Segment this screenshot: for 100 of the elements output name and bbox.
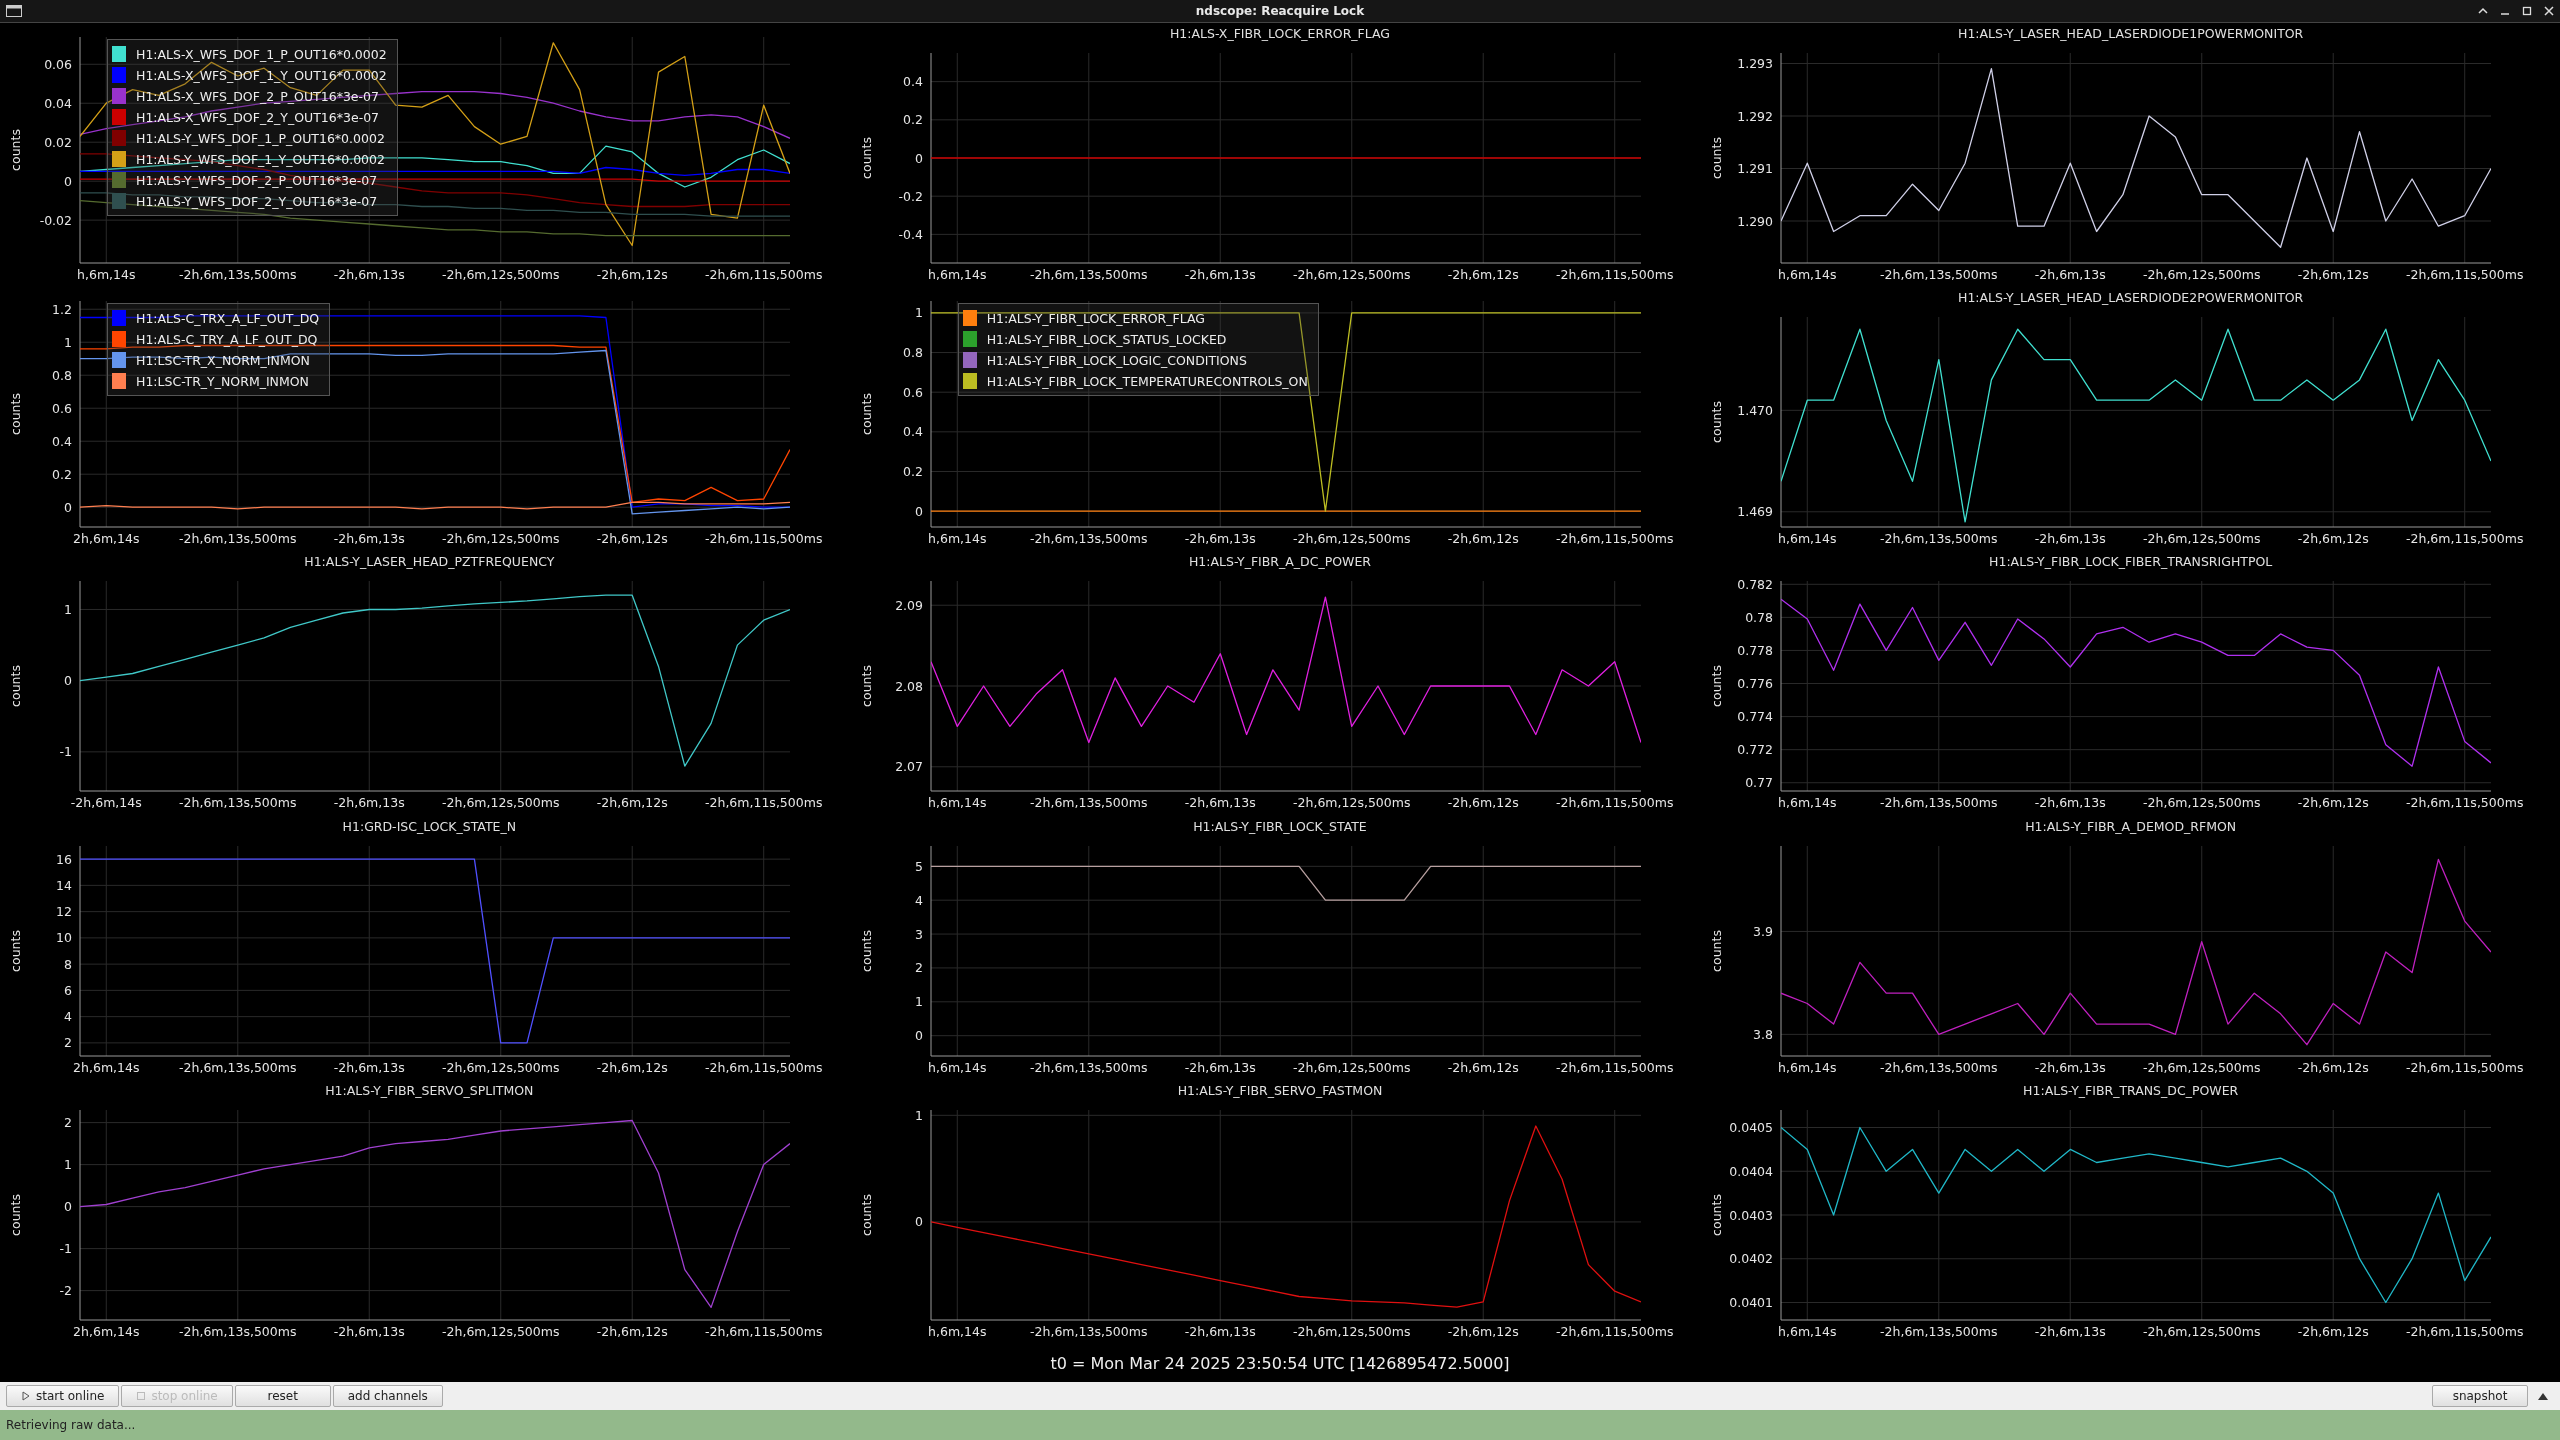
axis-label: counts [1709, 665, 1725, 708]
tick-label: 0.4 [52, 433, 72, 449]
tick-label: -2h,6m,13s,500ms [1029, 795, 1148, 811]
tick-label: 0.772 [1737, 742, 1774, 758]
tick-label: -2h,6m,12s,500ms [1292, 531, 1411, 547]
tick-label: -2h,6m,13s [2035, 795, 2107, 811]
tick-label: 0.2 [902, 464, 923, 480]
tick-label: -2h,6m,13s,500ms [179, 1323, 297, 1339]
legend-label: H1:ALS-X_WFS_DOF_1_P_OUT16*0.0002 [136, 46, 387, 62]
tick-label: -2h,6m,11s,500ms [2406, 1059, 2524, 1075]
tick-label: 0.6 [52, 400, 72, 416]
tick-label: -2h,6m,12s,500ms [2143, 1059, 2261, 1075]
tick-label: -2h,6m,13s,500ms [1029, 1059, 1148, 1075]
tick-label: -0.4 [898, 226, 923, 242]
tick-label: -0.2 [898, 188, 923, 204]
toolbar-button[interactable]: start online [6, 1385, 120, 1407]
close-icon[interactable] [2544, 6, 2554, 16]
legend-label: H1:ALS-Y_WFS_DOF_1_P_OUT16*0.0002 [136, 130, 385, 146]
tick-label: 0.77 [1745, 775, 1774, 791]
tick-label: -2h,6m,11s,500ms [2406, 531, 2524, 547]
tick-label: -2h,6m,11s,500ms [705, 267, 823, 282]
tick-label: -2h,6m,13s [2035, 1059, 2107, 1075]
tick-label: -2h,6m,13s [333, 267, 405, 282]
caret-up-icon[interactable] [2538, 1392, 2548, 1400]
tick-label: h,6m,14s [927, 531, 987, 547]
tick-label: 2.07 [894, 759, 923, 775]
tick-label: -2h,6m,12s,500ms [442, 1059, 560, 1075]
tick-label: -2h,6m,11s,500ms [705, 1323, 823, 1339]
tick-label: -2h,6m,13s,500ms [179, 795, 297, 811]
axis-label: counts [858, 929, 874, 972]
t0-label: t0 = Mon Mar 24 2025 23:50:54 UTC [1426895472.5000] [1050, 1353, 1510, 1373]
tick-label: 2.09 [894, 598, 923, 614]
tick-label: -2h,6m,13s [2035, 1323, 2107, 1339]
tick-label: 0.06 [44, 56, 72, 72]
tick-label: 1.2 [52, 301, 72, 317]
tick-label: -2h,6m,11s,500ms [1555, 1323, 1674, 1339]
tick-label: h,6m,14s [1778, 1323, 1837, 1339]
tick-label: -2h,6m,11s,500ms [1555, 531, 1674, 547]
tick-label: -2h,6m,12s,500ms [2143, 795, 2261, 811]
tick-label: 2 [64, 1114, 72, 1130]
tick-label: -2h,6m,12s,500ms [1292, 267, 1411, 282]
tick-label: 2h,6m,14s [73, 1323, 140, 1339]
tick-label: -2h,6m,12s [596, 795, 668, 811]
tick-label: -2h,6m,13s,500ms [1029, 267, 1148, 282]
legend-label: H1:ALS-Y_FIBR_LOCK_LOGIC_CONDITIONS [986, 352, 1247, 368]
plot-title: H1:ALS-Y_LASER_HEAD_PZTFREQUENCY [304, 553, 555, 572]
tick-label: 0 [64, 173, 72, 189]
tick-label: 1.291 [1737, 161, 1774, 176]
tick-label: -2h,6m,13s,500ms [1880, 531, 1998, 547]
tick-label: 10 [56, 929, 72, 945]
axis-label: counts [8, 1193, 23, 1236]
tick-label: -2h,6m,13s,500ms [179, 1059, 297, 1075]
tick-label: -2h,6m,12s,500ms [442, 1323, 560, 1339]
plot-title: H1:ALS-Y_FIBR_LOCK_FIBER_TRANSRIGHTPOL [1989, 553, 2273, 572]
tick-label: -2h,6m,13s,500ms [179, 531, 297, 547]
tick-label: -2h,6m,13s,500ms [1029, 531, 1148, 547]
axis-label: counts [1709, 137, 1725, 179]
tick-label: 6 [64, 982, 72, 998]
tick-label: 0 [914, 503, 923, 519]
tick-label: -2h,6m,11s,500ms [1555, 267, 1674, 282]
tick-label: 0 [64, 673, 72, 689]
tick-label: -2h,6m,13s,500ms [1880, 267, 1998, 282]
maximize-icon[interactable] [2522, 6, 2532, 16]
tick-label: 0.0401 [1729, 1294, 1774, 1310]
tick-label: -2h,6m,12s,500ms [2143, 1323, 2261, 1339]
tick-label: -2h,6m,12s [1447, 267, 1519, 282]
tick-label: 1 [64, 334, 72, 350]
tick-label: 1 [914, 993, 923, 1009]
tick-label: 0.0403 [1729, 1207, 1774, 1223]
tick-label: -2h,6m,13s,500ms [1880, 795, 1998, 811]
tick-label: -2h,6m,12s [2298, 1059, 2369, 1075]
axis-label: counts [1709, 929, 1725, 972]
tick-label: -2h,6m,13s [1184, 267, 1256, 282]
tick-label: -2h,6m,12s,500ms [1292, 795, 1411, 811]
tick-label: -2h,6m,12s [596, 531, 668, 547]
tick-label: 0.0402 [1729, 1251, 1774, 1267]
toolbar-button[interactable]: add channels [332, 1385, 443, 1407]
snapshot-button[interactable]: snapshot [2432, 1385, 2528, 1407]
keep-above-icon[interactable] [2478, 6, 2488, 16]
tick-label: 5 [914, 858, 923, 874]
tick-label: 1.469 [1737, 504, 1774, 520]
tick-label: 14 [56, 877, 72, 893]
tick-label: -2h,6m,12s,500ms [2143, 267, 2261, 282]
plot-title: H1:ALS-Y_LASER_HEAD_LASERDIODE2POWERMONITOR [1958, 289, 2304, 308]
legend-label: H1:ALS-Y_FIBR_LOCK_TEMPERATURECONTROLS_ON [986, 373, 1308, 389]
tick-label: 0.8 [52, 367, 72, 383]
tick-label: h,6m,14s [1778, 531, 1837, 547]
tick-label: 1 [914, 1107, 923, 1123]
tick-label: h,6m,14s [927, 1323, 987, 1339]
tick-label: 1 [914, 305, 923, 321]
axis-label: counts [8, 665, 23, 708]
tick-label: -2h,6m,11s,500ms [705, 531, 823, 547]
tick-label: -2h,6m,12s,500ms [1292, 1323, 1411, 1339]
tick-label: -2h,6m,13s [1184, 795, 1256, 811]
tick-label: -2 [59, 1282, 72, 1298]
tick-label: -2h,6m,12s [596, 1059, 668, 1075]
toolbar-button[interactable]: reset [234, 1385, 331, 1407]
tick-label: -2h,6m,12s,500ms [442, 795, 560, 811]
tick-label: 0.2 [52, 466, 72, 482]
tick-label: -2h,6m,13s [1184, 531, 1256, 547]
